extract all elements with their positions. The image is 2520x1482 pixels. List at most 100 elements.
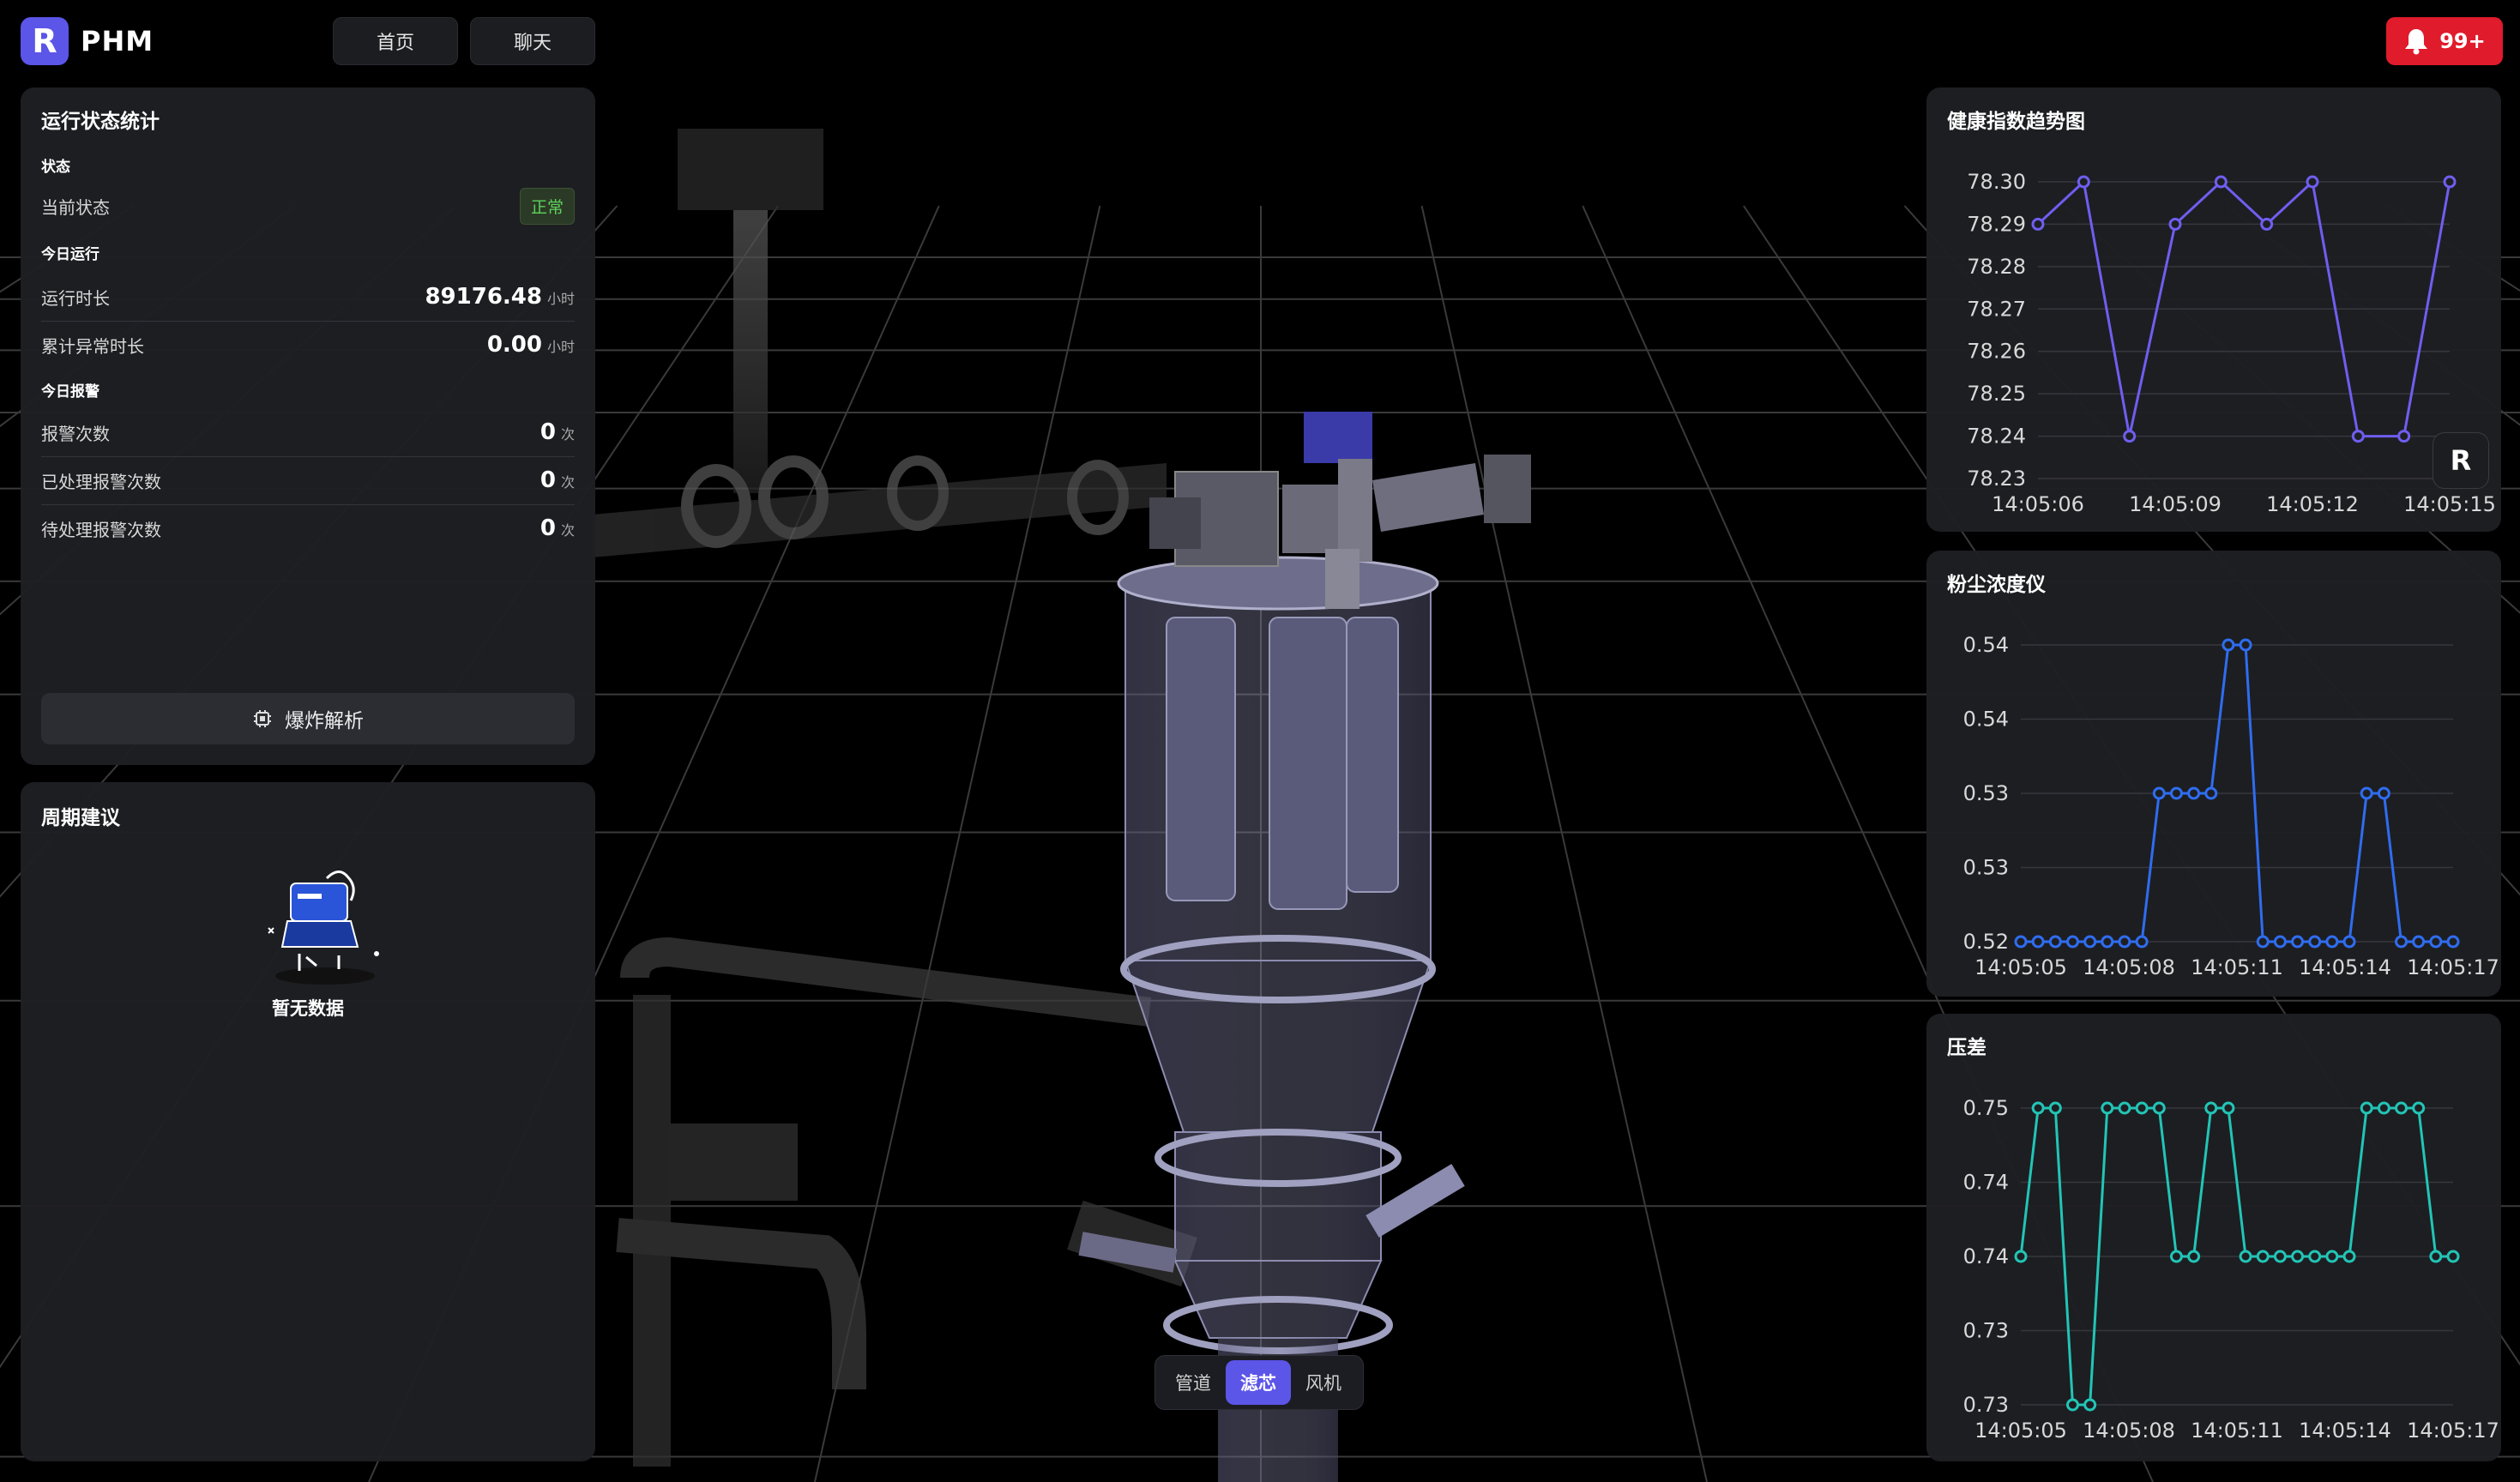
- section-state: 状态: [41, 159, 70, 176]
- data-point: [2083, 1398, 2097, 1412]
- pending-alarm-label: 待处理报警次数: [41, 519, 161, 540]
- data-point: [2048, 935, 2062, 949]
- data-point: [2187, 1250, 2201, 1263]
- data-point: [2360, 786, 2373, 800]
- pending-alarm-row: 待处理报警次数 0次: [41, 504, 575, 552]
- floating-r-button[interactable]: R: [2433, 432, 2489, 489]
- data-point: [2101, 935, 2114, 949]
- data-point: [2377, 1101, 2390, 1115]
- x-tick-label: 14:05:17: [2407, 1419, 2499, 1443]
- pipe-network: [592, 129, 1197, 1467]
- data-point: [2014, 935, 2028, 949]
- dust-concentration-chart[interactable]: 0.54 0.54 0.53 0.53 0.5214:05:05 14:05:08 14:0…: [1926, 602, 2501, 997]
- alarm-count-label: 报警次数: [41, 423, 110, 444]
- brand-name: PHM: [81, 25, 154, 57]
- y-tick-label: 0.73: [1963, 1393, 2009, 1417]
- data-point: [2214, 175, 2228, 189]
- y-tick-label: 0.53: [1963, 781, 2009, 805]
- data-point: [2395, 1101, 2408, 1115]
- cycle-suggestion-panel: 周期建议 暂无数据: [21, 782, 595, 1461]
- data-point: [2443, 175, 2457, 189]
- handled-alarm-value: 0: [540, 467, 556, 493]
- data-point: [2065, 1398, 2079, 1412]
- data-point: [2152, 1101, 2166, 1115]
- data-point: [2065, 935, 2079, 949]
- data-point: [2168, 217, 2182, 231]
- data-point: [2187, 786, 2201, 800]
- health-chart-title: 健康指数趋势图: [1947, 111, 2085, 133]
- pressure-diff-panel: 压差 0.75 0.74 0.74 0.73 0.73 14:05:05 14:05:08 1…: [1926, 1014, 2501, 1461]
- explode-analysis-label: 爆炸解析: [285, 710, 364, 732]
- data-point: [2083, 935, 2097, 949]
- y-tick-label: 78.24: [1967, 425, 2026, 449]
- data-point: [2325, 935, 2339, 949]
- handled-alarm-unit: 次: [560, 474, 575, 491]
- toggle-filter[interactable]: 滤芯: [1226, 1360, 1291, 1405]
- data-point: [2031, 217, 2045, 231]
- data-point: [2239, 638, 2252, 652]
- notification-button[interactable]: 99+: [2386, 17, 2503, 65]
- data-point: [2031, 1101, 2045, 1115]
- data-point: [2169, 786, 2183, 800]
- nav-chat-button[interactable]: 聊天: [470, 17, 595, 65]
- cycle-panel-title: 周期建议: [41, 807, 120, 829]
- health-index-chart[interactable]: 78.30 78.29 78.28 78.27 78.26 78.25 78.24 78.23…: [1926, 139, 2501, 532]
- data-point: [2412, 1101, 2426, 1115]
- pressure-chart-title: 压差: [1947, 1037, 1986, 1059]
- data-point: [2031, 935, 2045, 949]
- data-point: [2325, 1250, 2339, 1263]
- toggle-fan[interactable]: 风机: [1291, 1360, 1356, 1405]
- pressure-diff-chart[interactable]: 0.750.740.740.730.7314:05:05 14:05:08 14:0…: [1926, 1065, 2501, 1461]
- data-point: [2291, 935, 2305, 949]
- status-stats-panel: 运行状态统计 状态 当前状态 正常 今日运行 运行时长 89176.48 小时 累…: [21, 87, 595, 765]
- y-tick-label: 0.73: [1963, 1319, 2009, 1343]
- y-tick-label: 0.54: [1963, 708, 2009, 732]
- status-badge: 正常: [519, 187, 575, 225]
- data-point: [2118, 1101, 2131, 1115]
- y-tick-label: 0.74: [1963, 1244, 2009, 1268]
- handled-alarm-label: 已处理报警次数: [41, 471, 161, 492]
- data-point: [2429, 1250, 2443, 1263]
- data-point: [2342, 1250, 2356, 1263]
- run-duration-label: 运行时长: [41, 287, 110, 309]
- section-today-run: 今日运行: [41, 246, 99, 263]
- run-duration-unit: 小时: [546, 291, 575, 307]
- app-logo[interactable]: R: [21, 17, 69, 65]
- run-duration-value: 89176.48: [425, 284, 542, 310]
- data-point: [2239, 1250, 2252, 1263]
- y-tick-label: 0.75: [1963, 1096, 2009, 1120]
- x-tick-label: 14:05:14: [2299, 1419, 2391, 1443]
- data-point: [2256, 935, 2270, 949]
- data-point: [2118, 935, 2131, 949]
- x-tick-label: 14:05:05: [1974, 1419, 2067, 1443]
- data-point: [2397, 430, 2411, 443]
- data-point: [2204, 786, 2218, 800]
- section-today-alarm: 今日报警: [41, 383, 99, 401]
- x-tick-label: 14:05:05: [1974, 955, 2067, 979]
- y-tick-label: 78.28: [1967, 255, 2026, 279]
- x-tick-label: 14:05:09: [2129, 492, 2222, 516]
- abnormal-duration-value: 0.00: [486, 332, 542, 358]
- y-tick-label: 78.30: [1967, 170, 2026, 194]
- explode-analysis-button[interactable]: 爆炸解析: [41, 693, 575, 744]
- bell-icon: [2405, 29, 2428, 55]
- y-tick-label: 78.23: [1967, 467, 2026, 491]
- logo-letter: R: [32, 22, 57, 60]
- toggle-pipe[interactable]: 管道: [1161, 1360, 1226, 1405]
- current-state-row: 当前状态 正常: [41, 182, 575, 230]
- data-point: [2446, 935, 2460, 949]
- x-tick-label: 14:05:11: [2191, 955, 2283, 979]
- y-tick-label: 78.26: [1967, 340, 2026, 364]
- y-tick-label: 0.54: [1963, 633, 2009, 657]
- data-point: [2222, 1101, 2235, 1115]
- x-tick-label: 14:05:11: [2191, 1419, 2283, 1443]
- data-point: [2273, 935, 2287, 949]
- data-point: [2412, 935, 2426, 949]
- abnormal-duration-row: 累计异常时长 0.00 小时: [41, 321, 575, 369]
- nav-home-button[interactable]: 首页: [333, 17, 458, 65]
- x-tick-label: 14:05:15: [2403, 492, 2496, 516]
- data-point: [2308, 1250, 2322, 1263]
- data-point: [2395, 935, 2408, 949]
- notification-count: 99+: [2439, 29, 2486, 53]
- y-tick-label: 0.52: [1963, 930, 2009, 954]
